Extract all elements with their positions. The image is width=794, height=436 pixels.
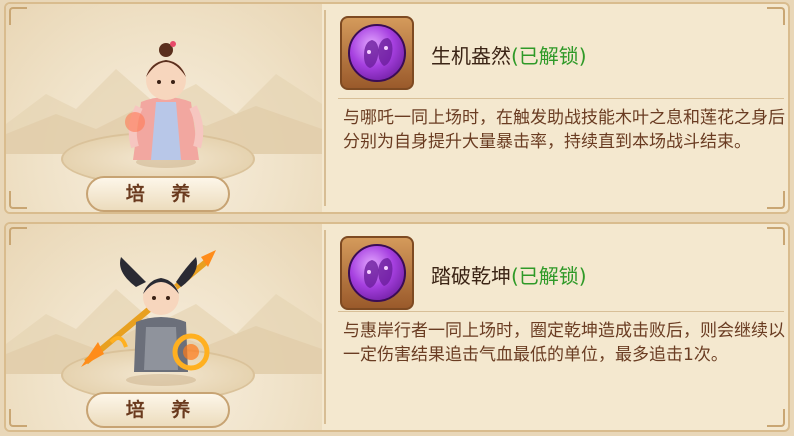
- corner-ornament: [9, 7, 27, 25]
- partner-card-2: 培 养 踏破乾坤(已解锁) 与惠岸行者一同上场时，圈定乾坤造成击败后，则会继续以…: [4, 222, 790, 432]
- character-warrior-flame[interactable]: [76, 242, 236, 392]
- purple-skill-orb-icon: [348, 244, 406, 302]
- train-button[interactable]: 培 养: [86, 392, 230, 428]
- corner-ornament: [767, 409, 785, 427]
- skill-icon-frame[interactable]: [340, 236, 414, 310]
- train-button[interactable]: 培 养: [86, 176, 230, 212]
- unlock-status: (已解锁): [511, 264, 587, 288]
- skill-separator: [338, 98, 784, 99]
- skill-description: 与惠岸行者一同上场时，圈定乾坤造成击败后，则会继续以一定伤害结果追击气血最低的单…: [343, 321, 785, 365]
- corner-ornament: [767, 227, 785, 245]
- corner-ornament: [9, 191, 27, 209]
- partner-card-1: 培 养 生机盎然(已解锁) 与哪吒一同上场时，在触发助战技能木叶之息和莲花之身后…: [4, 2, 790, 214]
- corner-ornament: [767, 7, 785, 25]
- skill-description: 与哪吒一同上场时，在触发助战技能木叶之息和莲花之身后分别为自身提升大量暴击率，持…: [343, 108, 785, 152]
- skill-title: 踏破乾坤(已解锁): [431, 260, 587, 289]
- card-divider: [324, 10, 326, 206]
- corner-ornament: [9, 409, 27, 427]
- character-showcase: 培 养: [6, 4, 322, 212]
- character-showcase: 培 养: [6, 224, 322, 430]
- skill-name: 生机盎然: [431, 44, 511, 68]
- skill-title: 生机盎然(已解锁): [431, 40, 587, 69]
- purple-skill-orb-icon: [348, 24, 406, 82]
- unlock-status: (已解锁): [511, 44, 587, 68]
- skill-icon-frame[interactable]: [340, 16, 414, 90]
- corner-ornament: [767, 191, 785, 209]
- skill-separator: [338, 311, 784, 312]
- character-girl-pink[interactable]: [111, 32, 221, 172]
- card-divider: [324, 230, 326, 424]
- corner-ornament: [9, 227, 27, 245]
- skill-name: 踏破乾坤: [431, 264, 511, 288]
